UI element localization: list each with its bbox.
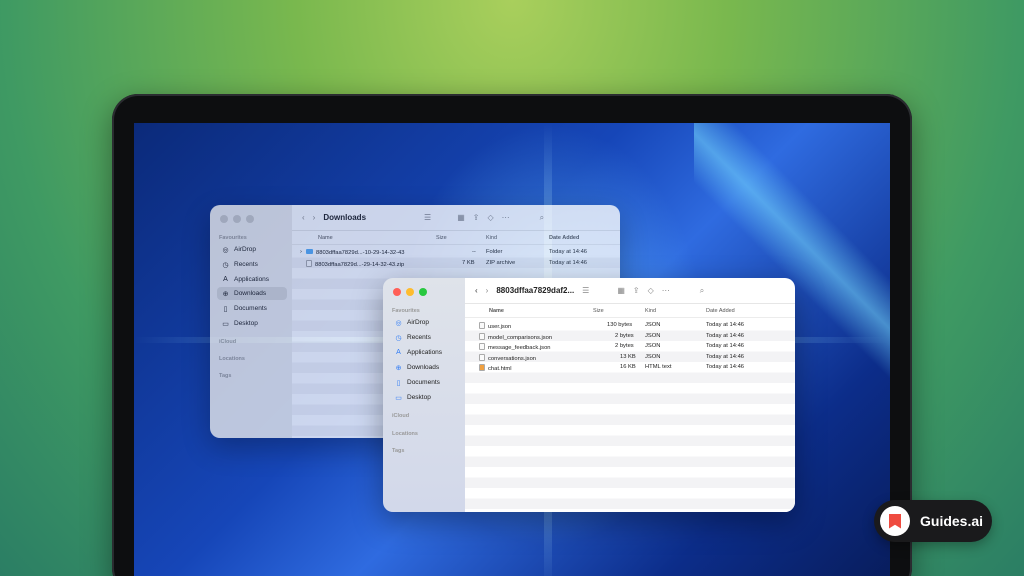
table-row[interactable]: chat.html 16 KB HTML text Today at 14:46 xyxy=(465,362,795,373)
back-icon[interactable]: ‹ xyxy=(302,213,305,222)
desktop-icon: ▭ xyxy=(395,394,402,402)
guides-ai-badge[interactable]: Guides.ai xyxy=(874,500,992,542)
clock-icon: ◷ xyxy=(395,334,402,342)
sidebar-item-recents[interactable]: ◷ Recents xyxy=(390,331,430,344)
share-icon[interactable]: ⇪ xyxy=(473,213,480,222)
column-name[interactable]: Name xyxy=(489,308,504,314)
folder-icon xyxy=(306,249,313,254)
grid-view-icon[interactable]: ▦ xyxy=(617,286,625,295)
sidebar-item-desktop[interactable]: ▭ Desktop xyxy=(217,317,258,330)
table-row[interactable]: message_feedback.json 2 bytes JSON Today… xyxy=(465,341,795,352)
list-view-icon[interactable]: ☰ xyxy=(582,286,589,295)
document-icon: ▯ xyxy=(223,305,228,313)
json-file-icon xyxy=(479,343,485,350)
forward-icon[interactable]: › xyxy=(486,286,489,295)
search-icon[interactable]: ⌕ xyxy=(540,213,544,223)
badge-text: Guides.ai xyxy=(920,513,984,529)
list-view-icon[interactable]: ☰ xyxy=(424,213,431,222)
search-icon[interactable]: ⌕ xyxy=(700,286,704,296)
close-button[interactable] xyxy=(220,215,228,223)
sidebar-item-airdrop[interactable]: ◎ AirDrop xyxy=(217,243,256,256)
table-row[interactable]: model_comparisons.json 2 bytes JSON Toda… xyxy=(465,331,795,342)
sidebar-item-downloads[interactable]: ⊕ Downloads xyxy=(217,287,287,300)
chevron-right-icon[interactable]: › xyxy=(300,249,302,255)
file-browser: ‹ › 8803dffaa7829daf2... ☰ ▦ ⇪ ◇ ⋯ ⌕ Nam… xyxy=(465,278,795,512)
file-list: user.json 130 bytes JSON Today at 14:46 … xyxy=(465,320,795,512)
minimize-button[interactable] xyxy=(233,215,241,223)
back-icon[interactable]: ‹ xyxy=(475,286,478,295)
close-button[interactable] xyxy=(393,288,401,296)
sidebar-item-desktop[interactable]: ▭ Desktop xyxy=(390,391,431,404)
window-controls xyxy=(393,288,427,296)
finder-window-export-folder[interactable]: Favourites ◎ AirDrop ◷ Recents A Applicatio… xyxy=(383,278,795,512)
html-file-icon xyxy=(479,364,485,371)
applications-icon: A xyxy=(223,276,228,283)
sidebar-group-tags: Tags xyxy=(392,448,405,454)
sidebar-group-icloud: iCloud xyxy=(219,339,237,345)
json-file-icon xyxy=(479,322,485,329)
column-kind[interactable]: Kind xyxy=(486,235,497,241)
minimize-button[interactable] xyxy=(406,288,414,296)
document-icon: ▯ xyxy=(396,379,401,387)
more-icon[interactable]: ⋯ xyxy=(502,213,510,222)
table-row[interactable]: › 8803dffaa7829d...-10-29-14-32-43 -- Fo… xyxy=(292,247,620,258)
sidebar-group-tags: Tags xyxy=(219,373,232,379)
sidebar-group-locations: Locations xyxy=(392,431,418,437)
download-icon: ⊕ xyxy=(222,290,229,298)
column-date-added[interactable]: Date Added xyxy=(706,308,735,314)
window-title: 8803dffaa7829daf2... xyxy=(496,286,575,295)
window-controls xyxy=(220,215,254,223)
tag-icon[interactable]: ◇ xyxy=(648,286,654,295)
column-header: Name Size Kind Date Added xyxy=(465,304,795,318)
column-size[interactable]: Size xyxy=(593,308,604,314)
column-kind[interactable]: Kind xyxy=(645,308,656,314)
column-name[interactable]: Name xyxy=(318,235,333,241)
window-title: Downloads xyxy=(323,213,367,222)
toolbar: ‹ › Downloads ☰ ▦ ⇪ ◇ ⋯ ⌕ xyxy=(292,205,620,231)
json-file-icon xyxy=(479,353,485,361)
clock-icon: ◷ xyxy=(222,261,229,269)
sidebar-item-documents[interactable]: ▯ Documents xyxy=(390,376,440,389)
share-icon[interactable]: ⇪ xyxy=(633,286,640,295)
zoom-button[interactable] xyxy=(419,288,427,296)
sidebar-item-applications[interactable]: A Applications xyxy=(390,346,442,359)
zip-file-icon xyxy=(306,259,312,267)
sidebar-group-icloud: iCloud xyxy=(392,413,410,419)
airdrop-icon: ◎ xyxy=(222,246,229,254)
column-size[interactable]: Size xyxy=(436,235,447,241)
column-date-added[interactable]: Date Added xyxy=(549,235,579,241)
sidebar-group-locations: Locations xyxy=(219,356,245,362)
sidebar-item-applications[interactable]: A Applications xyxy=(217,273,269,286)
table-row[interactable]: conversations.json 13 KB JSON Today at 1… xyxy=(465,352,795,363)
column-header: Name Size Kind Date Added xyxy=(292,231,620,245)
airdrop-icon: ◎ xyxy=(395,319,402,327)
json-file-icon xyxy=(479,332,485,340)
sidebar-item-downloads[interactable]: ⊕ Downloads xyxy=(390,361,440,374)
table-row[interactable]: 8803dffaa7829d...-29-14-32-43.zip 7 KB Z… xyxy=(292,258,620,269)
sidebar: Favourites ◎ AirDrop ◷ Recents A Applicatio… xyxy=(210,205,292,438)
applications-icon: A xyxy=(396,349,401,356)
tag-icon[interactable]: ◇ xyxy=(487,213,493,222)
more-icon[interactable]: ⋯ xyxy=(662,286,670,295)
download-icon: ⊕ xyxy=(395,364,402,372)
sidebar-group-favourites: Favourites xyxy=(219,235,247,241)
zoom-button[interactable] xyxy=(246,215,254,223)
desktop-icon: ▭ xyxy=(222,320,229,328)
grid-view-icon[interactable]: ▦ xyxy=(457,213,465,222)
sidebar-item-documents[interactable]: ▯ Documents xyxy=(217,302,267,315)
sidebar: Favourites ◎ AirDrop ◷ Recents A Applicatio… xyxy=(383,278,465,512)
table-row[interactable]: user.json 130 bytes JSON Today at 14:46 xyxy=(465,320,795,331)
guides-logo-icon xyxy=(880,506,910,536)
forward-icon[interactable]: › xyxy=(313,213,316,222)
sidebar-item-airdrop[interactable]: ◎ AirDrop xyxy=(390,316,429,329)
sidebar-item-recents[interactable]: ◷ Recents xyxy=(217,258,257,271)
toolbar: ‹ › 8803dffaa7829daf2... ☰ ▦ ⇪ ◇ ⋯ ⌕ xyxy=(465,278,795,304)
sidebar-group-favourites: Favourites xyxy=(392,308,420,314)
